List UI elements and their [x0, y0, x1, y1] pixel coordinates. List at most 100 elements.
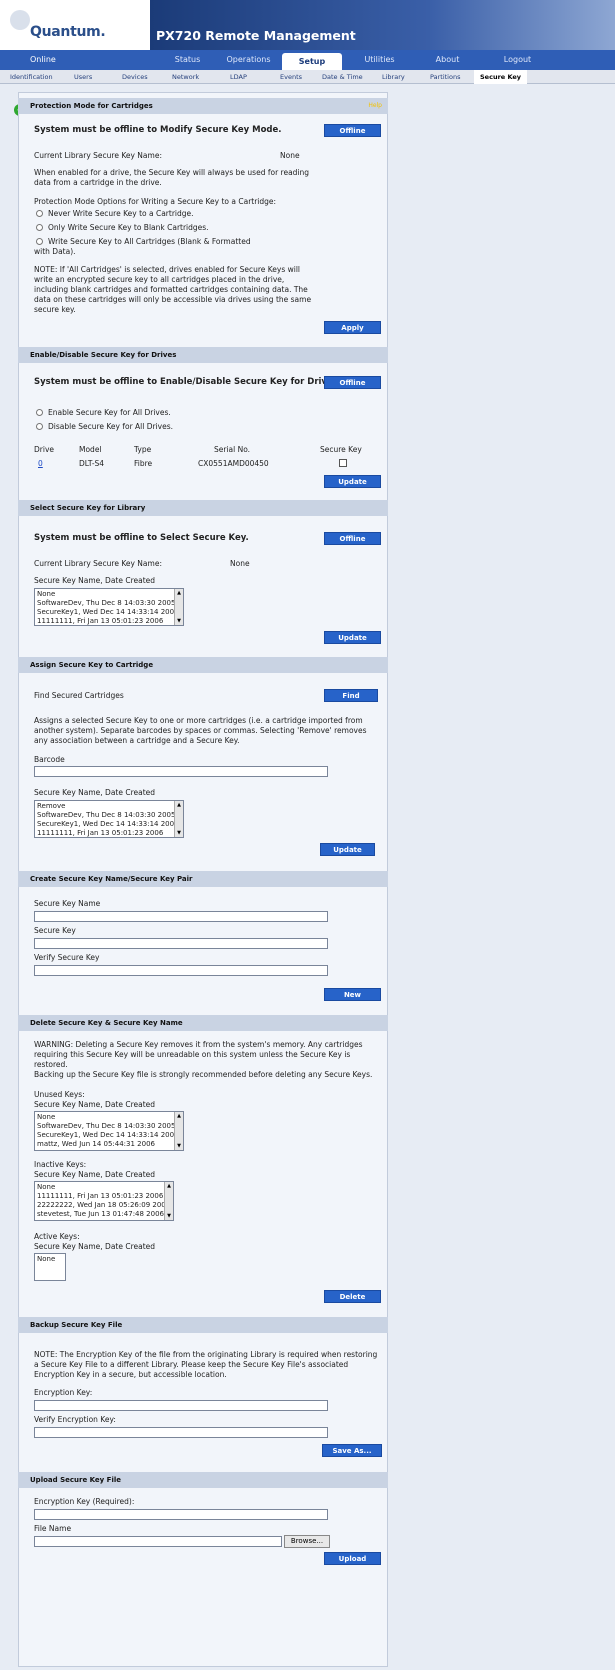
scrollbar[interactable]: ▲ ▼ [174, 589, 183, 625]
scroll-down-icon[interactable]: ▼ [176, 830, 182, 836]
nav-about[interactable]: About [420, 50, 475, 70]
secure-key-label: Secure Key [34, 926, 76, 935]
offline-message: System must be offline to Enable/Disable… [34, 377, 342, 387]
radio-all-cartridges[interactable] [36, 238, 43, 245]
list-label: Secure Key Name, Date Created [34, 788, 156, 797]
subnav-partitions[interactable]: Partitions [430, 70, 460, 84]
radio-enable-all-drives[interactable] [36, 409, 43, 416]
update-button[interactable]: Update [324, 631, 381, 644]
scroll-up-icon[interactable]: ▲ [176, 590, 182, 596]
current-key-label: Current Library Secure Key Name: [34, 559, 162, 568]
current-key-value: None [230, 559, 250, 568]
radio-blank-only[interactable] [36, 224, 43, 231]
subnav-users[interactable]: Users [74, 70, 92, 84]
subnav-devices[interactable]: Devices [122, 70, 148, 84]
list-option[interactable]: None [37, 1255, 63, 1264]
list-option[interactable]: SecureKey1, Wed Dec 14 14:33:14 2005 [37, 608, 181, 617]
list-option[interactable]: 22222222, Wed Jan 18 05:26:09 2006 [37, 1201, 171, 1210]
list-option[interactable]: mattz, Wed Jun 14 05:44:31 2006 [37, 1140, 181, 1149]
upload-encryption-key-input[interactable] [34, 1509, 328, 1520]
list-label: Secure Key Name, Date Created [34, 1100, 156, 1109]
warning-text: restored. [34, 1060, 68, 1069]
quantum-logo-icon [10, 10, 30, 30]
nav-status[interactable]: Status [160, 50, 215, 70]
list-option[interactable]: SoftwareDev, Thu Dec 8 14:03:30 2005 [37, 811, 181, 820]
section-title: Delete Secure Key & Secure Key Name [30, 1019, 183, 1027]
upload-button[interactable]: Upload [324, 1552, 381, 1565]
subnav-library[interactable]: Library [382, 70, 405, 84]
list-option[interactable]: SecureKey1, Wed Dec 14 14:33:14 2005 [37, 820, 181, 829]
note-text: write an encrypted secure key to all car… [34, 275, 285, 284]
update-button[interactable]: Update [320, 843, 375, 856]
active-keys-list[interactable]: None [34, 1253, 66, 1281]
column-header-secure-key: Secure Key [320, 445, 362, 454]
subnav-identification[interactable]: Identification [10, 70, 53, 84]
offline-button[interactable]: Offline [324, 532, 381, 545]
list-option[interactable]: Remove [37, 802, 181, 811]
list-option[interactable]: None [37, 1113, 181, 1122]
subnav-date-time[interactable]: Date & Time [322, 70, 363, 84]
list-label: Secure Key Name, Date Created [34, 1170, 156, 1179]
offline-button[interactable]: Offline [324, 124, 381, 137]
radio-disable-all-drives[interactable] [36, 423, 43, 430]
browse-button[interactable]: Browse... [284, 1535, 330, 1548]
scroll-down-icon[interactable]: ▼ [166, 1213, 172, 1219]
scroll-down-icon[interactable]: ▼ [176, 618, 182, 624]
find-button[interactable]: Find [324, 689, 378, 702]
secure-key-select[interactable]: None SoftwareDev, Thu Dec 8 14:03:30 200… [34, 588, 184, 626]
scroll-up-icon[interactable]: ▲ [176, 802, 182, 808]
section-header-assign-key: Assign Secure Key to Cartridge [18, 657, 388, 673]
barcode-input[interactable] [34, 766, 328, 777]
list-option[interactable]: 11111111, Fri Jan 13 05:01:23 2006 [37, 829, 181, 837]
find-label: Find Secured Cartridges [34, 691, 124, 700]
drive-model: DLT-S4 [79, 459, 105, 468]
radio-label: Disable Secure Key for All Drives. [48, 422, 174, 431]
apply-button[interactable]: Apply [324, 321, 381, 334]
scroll-up-icon[interactable]: ▲ [176, 1113, 182, 1119]
scroll-down-icon[interactable]: ▼ [176, 1143, 182, 1149]
section-header-create-key: Create Secure Key Name/Secure Key Pair [18, 871, 388, 887]
save-as-button[interactable]: Save As... [322, 1444, 382, 1457]
list-option[interactable]: None [37, 590, 181, 599]
new-button[interactable]: New [324, 988, 381, 1001]
subnav-network[interactable]: Network [172, 70, 199, 84]
subnav-secure-key[interactable]: Secure Key [474, 70, 528, 84]
list-option[interactable]: SoftwareDev, Thu Dec 8 14:03:30 2005 [37, 1122, 181, 1131]
list-option[interactable]: stevetest, Tue Jun 13 01:47:48 2006 [37, 1210, 171, 1219]
list-option[interactable]: None [37, 1183, 171, 1192]
delete-button[interactable]: Delete [324, 1290, 381, 1303]
description-text: Assigns a selected Secure Key to one or … [34, 716, 363, 725]
nav-utilities[interactable]: Utilities [352, 50, 407, 70]
update-button[interactable]: Update [324, 475, 381, 488]
list-option[interactable]: 11111111, Fri Jan 13 05:01:23 2006 [37, 1192, 171, 1201]
nav-setup[interactable]: Setup [282, 53, 342, 70]
subnav-ldap[interactable]: LDAP [230, 70, 247, 84]
help-link[interactable]: Help [368, 98, 382, 114]
verify-encryption-key-input[interactable] [34, 1427, 328, 1438]
nav-operations[interactable]: Operations [216, 50, 281, 70]
unused-keys-list[interactable]: None SoftwareDev, Thu Dec 8 14:03:30 200… [34, 1111, 184, 1151]
secure-key-checkbox[interactable] [339, 459, 347, 467]
list-option[interactable]: SoftwareDev, Thu Dec 8 14:03:30 2005 [37, 599, 181, 608]
subnav-events[interactable]: Events [280, 70, 302, 84]
scrollbar[interactable]: ▲ ▼ [174, 801, 183, 837]
inactive-keys-list[interactable]: None 11111111, Fri Jan 13 05:01:23 2006 … [34, 1181, 174, 1221]
list-option[interactable]: 11111111, Fri Jan 13 05:01:23 2006 [37, 617, 181, 625]
options-label: Protection Mode Options for Writing a Se… [34, 197, 277, 206]
description-text: any association between a cartridge and … [34, 736, 240, 745]
file-name-input[interactable] [34, 1536, 282, 1547]
radio-never-write[interactable] [36, 210, 43, 217]
secure-key-name-input[interactable] [34, 911, 328, 922]
scroll-up-icon[interactable]: ▲ [166, 1183, 172, 1189]
scrollbar[interactable]: ▲ ▼ [164, 1182, 173, 1220]
list-option[interactable]: SecureKey1, Wed Dec 14 14:33:14 2005 [37, 1131, 181, 1140]
verify-key-input[interactable] [34, 965, 328, 976]
offline-message: System must be offline to Select Secure … [34, 533, 249, 543]
secure-key-select[interactable]: Remove SoftwareDev, Thu Dec 8 14:03:30 2… [34, 800, 184, 838]
secure-key-input[interactable] [34, 938, 328, 949]
encryption-key-input[interactable] [34, 1400, 328, 1411]
offline-button[interactable]: Offline [324, 376, 381, 389]
nav-logout[interactable]: Logout [490, 50, 545, 70]
drive-link[interactable]: 0 [38, 459, 43, 469]
scrollbar[interactable]: ▲ ▼ [174, 1112, 183, 1150]
